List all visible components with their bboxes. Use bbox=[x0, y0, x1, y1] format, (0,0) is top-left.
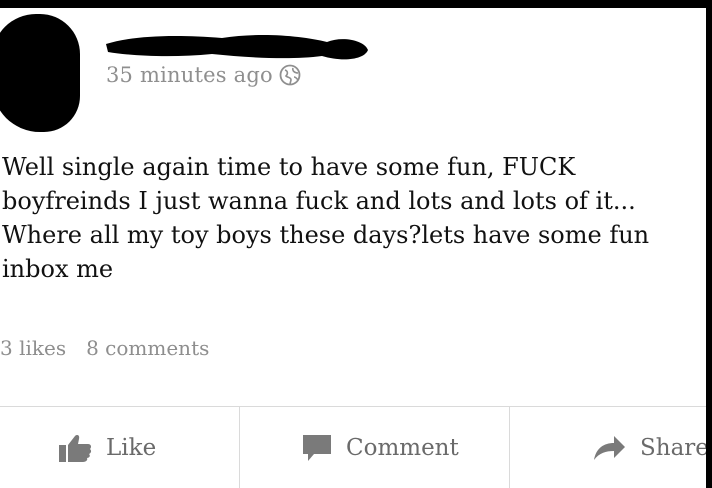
likes-count[interactable]: 3 likes bbox=[0, 336, 66, 360]
author-name-redacted[interactable] bbox=[102, 30, 370, 64]
share-arrow-icon bbox=[592, 434, 626, 462]
post-stats: 3 likes 8 comments bbox=[0, 336, 209, 360]
post-actions-bar: Like Comment Share bbox=[0, 407, 706, 488]
thumbs-up-icon bbox=[58, 433, 92, 463]
post-text: Well single again time to have some fun,… bbox=[2, 153, 650, 283]
post-timestamp[interactable]: 35 minutes ago bbox=[106, 63, 273, 87]
like-label: Like bbox=[106, 434, 157, 461]
like-button[interactable]: Like bbox=[0, 407, 240, 488]
comments-count[interactable]: 8 comments bbox=[86, 336, 209, 360]
share-button[interactable]: Share bbox=[510, 407, 706, 488]
comment-label: Comment bbox=[346, 434, 459, 461]
avatar-redacted[interactable] bbox=[0, 14, 80, 132]
post-meta: 35 minutes ago bbox=[106, 63, 301, 87]
post-card: 35 minutes ago Well single again time to… bbox=[0, 8, 706, 488]
comment-button[interactable]: Comment bbox=[240, 407, 510, 488]
share-label: Share bbox=[640, 434, 706, 461]
speech-bubble-icon bbox=[302, 433, 332, 463]
globe-icon bbox=[279, 64, 301, 86]
